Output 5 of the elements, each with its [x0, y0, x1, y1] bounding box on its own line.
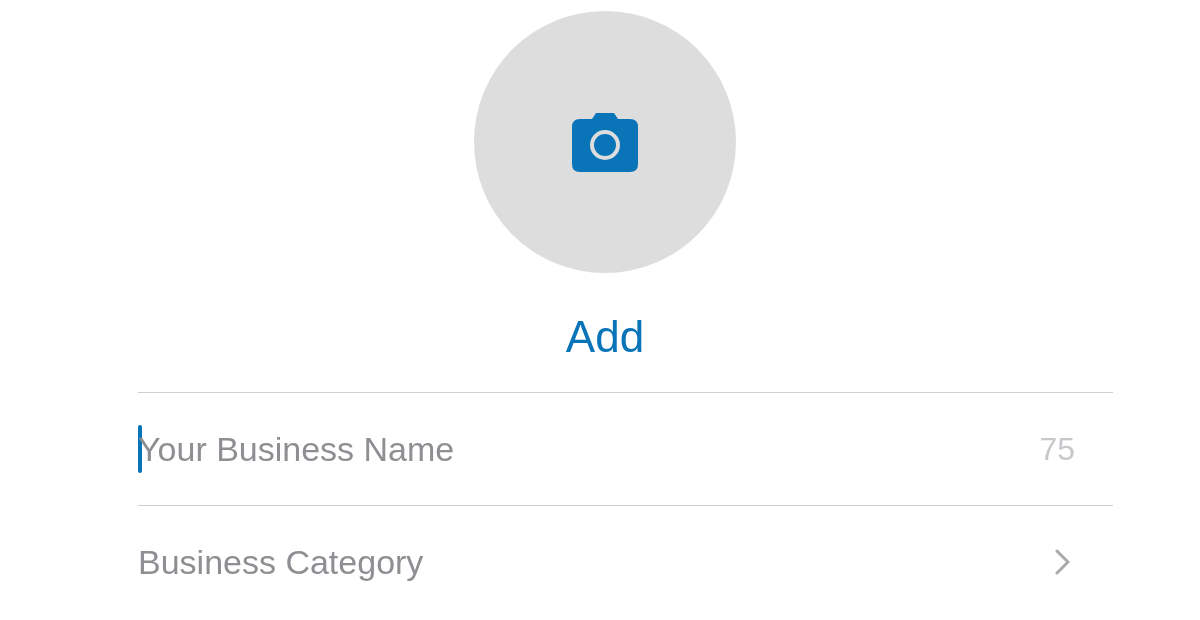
add-photo-link[interactable]: Add — [565, 313, 645, 362]
character-counter: 75 — [1039, 430, 1075, 469]
camera-icon — [572, 112, 638, 172]
business-category-item[interactable]: Business Category — [138, 505, 1113, 619]
chevron-right-icon — [1055, 549, 1071, 575]
